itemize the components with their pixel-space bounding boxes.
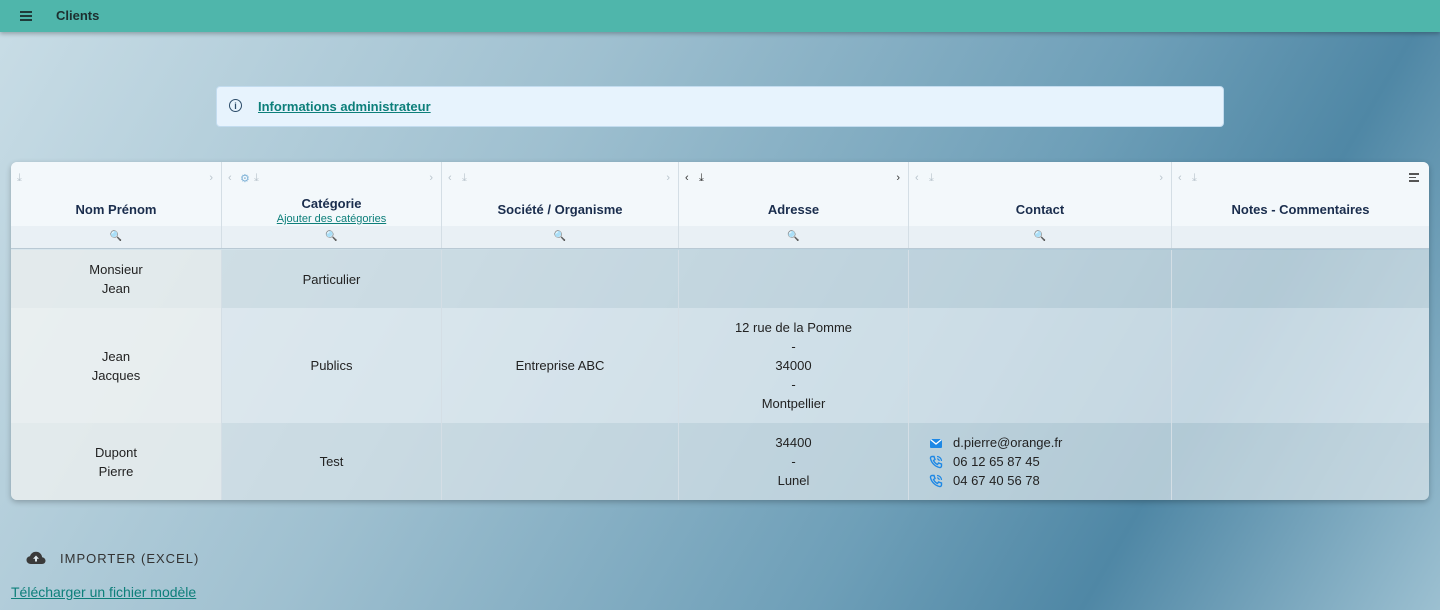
company-cell: Entreprise ABC <box>442 308 679 423</box>
download-template-link[interactable]: Télécharger un fichier modèle <box>11 584 196 600</box>
chevron-right-icon[interactable]: › <box>1159 172 1163 184</box>
download-icon[interactable]: ⤓ <box>929 172 934 185</box>
column-header-address: ‹ ⤓ › Adresse <box>679 162 909 226</box>
filter-cell[interactable]: 🔍 <box>442 226 679 248</box>
contact-cell <box>909 308 1172 423</box>
grid-header: ⤓ › Nom Prénom ‹ ⚙ ⤓ › Catégorie Ajouter … <box>11 162 1429 226</box>
import-label: IMPORTER (EXCEL) <box>60 550 200 566</box>
address-cell: 34400 - Lunel <box>679 423 909 500</box>
column-title[interactable]: Nom Prénom <box>11 202 221 217</box>
filter-cell[interactable]: 🔍 <box>909 226 1172 248</box>
search-icon[interactable]: 🔍 <box>222 231 441 242</box>
filter-cell[interactable]: 🔍 <box>222 226 442 248</box>
filter-row: 🔍 🔍 🔍 🔍 🔍 <box>11 226 1429 249</box>
search-icon[interactable]: 🔍 <box>442 231 678 242</box>
contact-cell: d.pierre@orange.fr 06 12 65 87 45 04 67 … <box>909 423 1172 500</box>
admin-info-banner: i Informations administrateur <box>216 86 1224 127</box>
chevron-left-icon[interactable]: ‹ <box>915 172 919 184</box>
column-header-notes: ‹ ⤓ Notes - Commentaires <box>1172 162 1429 226</box>
column-header-name: ⤓ › Nom Prénom <box>11 162 222 226</box>
search-icon[interactable]: 🔍 <box>909 231 1171 242</box>
address-cell <box>679 250 909 308</box>
filter-cell[interactable]: 🔍 <box>679 226 909 248</box>
page-title: Clients <box>56 8 100 23</box>
download-icon[interactable]: ⤓ <box>699 172 704 185</box>
column-menu-icon[interactable] <box>1409 173 1419 184</box>
download-icon[interactable]: ⤓ <box>1192 172 1197 185</box>
name-cell: Jean Jacques <box>11 308 222 423</box>
table-row[interactable]: Monsieur Jean Particulier <box>11 250 1429 308</box>
chevron-left-icon[interactable]: ‹ <box>448 172 452 184</box>
company-cell <box>442 250 679 308</box>
table-row[interactable]: Jean Jacques Publics Entreprise ABC 12 r… <box>11 308 1429 423</box>
column-title[interactable]: Notes - Commentaires <box>1172 202 1429 217</box>
hamburger-menu-icon[interactable] <box>20 11 32 21</box>
category-cell: Publics <box>222 308 442 423</box>
admin-info-link[interactable]: Informations administrateur <box>258 99 431 114</box>
company-cell <box>442 423 679 500</box>
chevron-left-icon[interactable]: ‹ <box>685 172 689 184</box>
chevron-right-icon[interactable]: › <box>666 172 670 184</box>
email-icon <box>930 438 942 448</box>
column-title[interactable]: Catégorie <box>222 196 441 211</box>
column-title[interactable]: Adresse <box>679 202 908 217</box>
download-icon[interactable]: ⤓ <box>462 172 467 185</box>
download-icon[interactable]: ⤓ <box>17 172 22 185</box>
filter-cell[interactable]: 🔍 <box>11 226 222 248</box>
filter-cell <box>1172 226 1429 248</box>
import-excel-button[interactable]: IMPORTER (EXCEL) <box>26 548 199 568</box>
notes-cell <box>1172 308 1429 423</box>
contact-phone[interactable]: 04 67 40 56 78 <box>929 471 1109 490</box>
cloud-upload-icon <box>26 551 46 564</box>
category-cell: Test <box>222 423 442 500</box>
info-icon: i <box>229 99 242 112</box>
category-cell: Particulier <box>222 250 442 308</box>
contact-cell <box>909 250 1172 308</box>
contact-email[interactable]: d.pierre@orange.fr <box>929 433 1109 452</box>
address-cell: 12 rue de la Pomme - 34000 - Montpellier <box>679 308 909 423</box>
clients-grid: ⤓ › Nom Prénom ‹ ⚙ ⤓ › Catégorie Ajouter … <box>11 162 1429 500</box>
column-header-company: ‹ ⤓ › Société / Organisme <box>442 162 679 226</box>
top-app-bar: Clients <box>0 0 1440 32</box>
phone-icon <box>929 474 943 487</box>
chevron-left-icon[interactable]: ‹ <box>228 172 232 184</box>
column-title[interactable]: Contact <box>909 202 1171 217</box>
contact-phone[interactable]: 06 12 65 87 45 <box>929 452 1109 471</box>
search-icon[interactable]: 🔍 <box>679 231 908 242</box>
column-header-contact: ‹ ⤓ › Contact <box>909 162 1172 226</box>
add-categories-link[interactable]: Ajouter des catégories <box>222 213 441 225</box>
column-title[interactable]: Société / Organisme <box>442 202 678 217</box>
search-icon[interactable]: 🔍 <box>11 231 221 242</box>
download-icon[interactable]: ⤓ <box>254 172 259 185</box>
chevron-right-icon[interactable]: › <box>209 172 213 184</box>
name-cell: Monsieur Jean <box>11 250 222 308</box>
gear-icon[interactable]: ⚙ <box>240 172 250 185</box>
phone-icon <box>929 455 943 468</box>
chevron-right-icon[interactable]: › <box>896 172 900 184</box>
table-row[interactable]: Dupont Pierre Test 34400 - Lunel d.pierr… <box>11 423 1429 500</box>
column-header-category: ‹ ⚙ ⤓ › Catégorie Ajouter des catégories <box>222 162 442 226</box>
chevron-left-icon[interactable]: ‹ <box>1178 172 1182 184</box>
notes-cell <box>1172 423 1429 500</box>
name-cell: Dupont Pierre <box>11 423 222 500</box>
notes-cell <box>1172 250 1429 308</box>
chevron-right-icon[interactable]: › <box>429 172 433 184</box>
